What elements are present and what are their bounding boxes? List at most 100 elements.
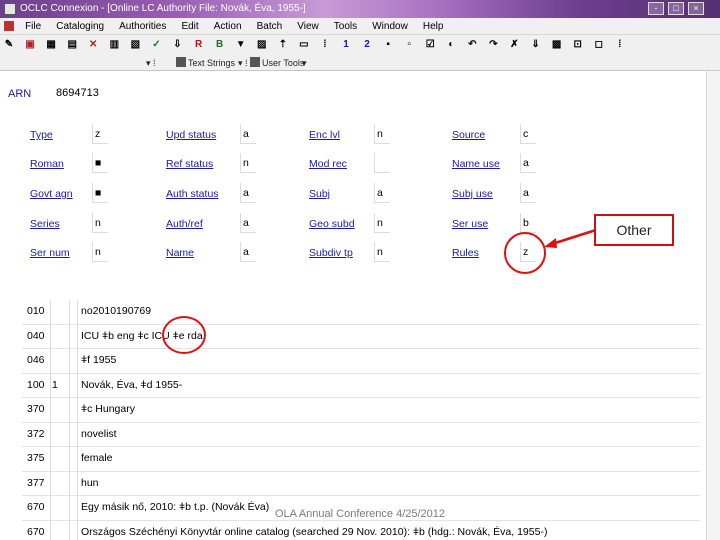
ff-value-upd-status[interactable]: a [240, 124, 256, 144]
ff-value-series[interactable]: n [92, 213, 108, 233]
minimize-button[interactable]: - [648, 2, 664, 15]
field-content[interactable]: Novák, Éva, ǂd 1955- [81, 379, 182, 391]
menu-view[interactable]: View [291, 18, 325, 35]
field-row[interactable]: 040 ICU ǂb eng ǂc ICU ǂe rda [22, 324, 700, 349]
ff-value-name[interactable]: a [240, 242, 256, 262]
ff-label-ser-num[interactable]: Ser num [30, 247, 70, 259]
indicator-2-cell[interactable] [70, 324, 78, 349]
ff-value-name-use[interactable]: a [520, 153, 536, 173]
menu-batch[interactable]: Batch [251, 18, 289, 35]
window-icon[interactable]: ▭ [297, 38, 311, 52]
menu-authorities[interactable]: Authorities [113, 18, 172, 35]
user-tools-button[interactable]: User Tools [250, 55, 304, 71]
block-icon[interactable]: ▪ [381, 38, 395, 52]
menu-action[interactable]: Action [208, 18, 248, 35]
indicator-cell[interactable] [50, 447, 70, 471]
ff-label-enc-lvl[interactable]: Enc lvl [309, 129, 340, 141]
ff-label-govt-agn[interactable]: Govt agn [30, 188, 73, 200]
ff-value-roman[interactable]: ■ [92, 153, 108, 173]
field-content[interactable]: novelist [81, 428, 117, 440]
indicator-2-cell[interactable] [70, 471, 78, 496]
field-indicator-1[interactable]: 1 [52, 379, 62, 391]
dropdown-icon[interactable]: ▼ [234, 38, 248, 52]
ff-label-subj-use[interactable]: Subj use [452, 188, 493, 200]
ff-value-auth-ref[interactable]: a [240, 213, 256, 233]
ff-value-type[interactable]: z [92, 124, 108, 144]
undo-icon[interactable]: ↶ [465, 38, 479, 52]
save-online-icon[interactable]: ▣ [23, 38, 37, 52]
ff-label-subdiv-tp[interactable]: Subdiv tp [309, 247, 353, 259]
export-icon[interactable]: ▨ [255, 38, 269, 52]
ff-label-source[interactable]: Source [452, 129, 485, 141]
ff-label-name[interactable]: Name [166, 247, 194, 259]
ff-label-series[interactable]: Series [30, 218, 60, 230]
box-icon[interactable]: ◻ [592, 38, 606, 52]
field-content[interactable]: ǂf 1955 [81, 354, 116, 366]
field-row[interactable]: 010 no2010190769 [22, 300, 700, 325]
indicator-cell[interactable] [50, 471, 70, 496]
toolbar-dropdown-icon-2[interactable]: ▾ ⁞ [238, 55, 248, 71]
validate-icon[interactable]: ✓ [149, 38, 163, 52]
ff-label-mod-rec[interactable]: Mod rec [309, 158, 347, 170]
field-row[interactable]: 670 Országos Széchényi Könyvtár online c… [22, 520, 700, 540]
field-row[interactable]: 100 1 Novák, Éva, ǂd 1955- [22, 373, 700, 398]
field-tag[interactable]: 375 [27, 452, 53, 464]
indicator-cell[interactable] [50, 324, 70, 349]
ff-value-ref-status[interactable]: n [240, 153, 256, 173]
toolbar-dropdown-icon-3[interactable]: ▾ [302, 55, 307, 71]
indicator-2-cell[interactable] [70, 300, 78, 324]
ff-label-geo-subd[interactable]: Geo subd [309, 218, 355, 230]
ff-value-govt-agn[interactable]: ■ [92, 183, 108, 203]
field-tag[interactable]: 046 [27, 354, 53, 366]
ff-value-mod-rec[interactable] [374, 153, 390, 173]
app-icon[interactable] [4, 3, 16, 15]
field-row[interactable]: 377 hun [22, 471, 700, 496]
ff-label-roman[interactable]: Roman [30, 158, 64, 170]
menu-help[interactable]: Help [417, 18, 450, 35]
toolbar-dropdown-icon[interactable]: ▾ ⁞ [146, 55, 156, 71]
menu-cataloging[interactable]: Cataloging [50, 18, 110, 35]
field-content[interactable]: Országos Széchényi Könyvtár online catal… [81, 526, 547, 538]
ff-value-source[interactable]: c [520, 124, 536, 144]
ff-value-ser-num[interactable]: n [92, 242, 108, 262]
field-content[interactable]: no2010190769 [81, 305, 151, 317]
ff-value-auth-status[interactable]: a [240, 183, 256, 203]
ff-value-geo-subd[interactable]: n [374, 213, 390, 233]
indicator-2-cell[interactable] [70, 373, 78, 398]
indicator-2-cell[interactable] [70, 398, 78, 422]
indicator-2-cell[interactable] [70, 447, 78, 471]
indicator-2-cell[interactable] [70, 349, 78, 373]
cancel-icon[interactable]: ✗ [508, 38, 522, 52]
grid-icon[interactable]: ▧ [128, 38, 142, 52]
field-content[interactable]: hun [81, 477, 99, 489]
ff-label-auth-status[interactable]: Auth status [166, 188, 219, 200]
field-tag[interactable]: 670 [27, 526, 53, 538]
insert-icon[interactable]: ⇓ [529, 38, 543, 52]
ff-label-subj[interactable]: Subj [309, 188, 330, 200]
menu-tools[interactable]: Tools [328, 18, 363, 35]
upload-icon[interactable]: ⇡ [276, 38, 290, 52]
view-two-icon[interactable]: 2 [360, 38, 374, 52]
checkbox-icon[interactable]: ☑ [423, 38, 437, 52]
batch-icon[interactable]: B [213, 38, 227, 52]
list-icon[interactable]: ▥ [107, 38, 121, 52]
indicator-cell[interactable] [50, 422, 70, 447]
field-row[interactable]: 375 female [22, 447, 700, 472]
field-tag[interactable]: 100 [27, 379, 53, 391]
field-tag[interactable]: 370 [27, 403, 53, 415]
ff-value-subdiv-tp[interactable]: n [374, 242, 390, 262]
download-icon[interactable]: ⇩ [171, 38, 185, 52]
field-tag[interactable]: 377 [27, 477, 53, 489]
ff-value-subj-use[interactable]: a [520, 183, 536, 203]
indicator-cell[interactable] [50, 349, 70, 373]
view-one-icon[interactable]: 1 [339, 38, 353, 52]
indicator-cell[interactable] [50, 520, 70, 540]
ff-value-enc-lvl[interactable]: n [374, 124, 390, 144]
ff-label-ref-status[interactable]: Ref status [166, 158, 213, 170]
replace-icon[interactable]: R [192, 38, 206, 52]
delete-record-icon[interactable]: ✕ [86, 38, 100, 52]
menu-file[interactable]: File [19, 18, 47, 35]
ff-value-ser-use[interactable]: b [520, 213, 536, 233]
ff-value-subj[interactable]: a [374, 183, 390, 203]
menu-window[interactable]: Window [366, 18, 414, 35]
